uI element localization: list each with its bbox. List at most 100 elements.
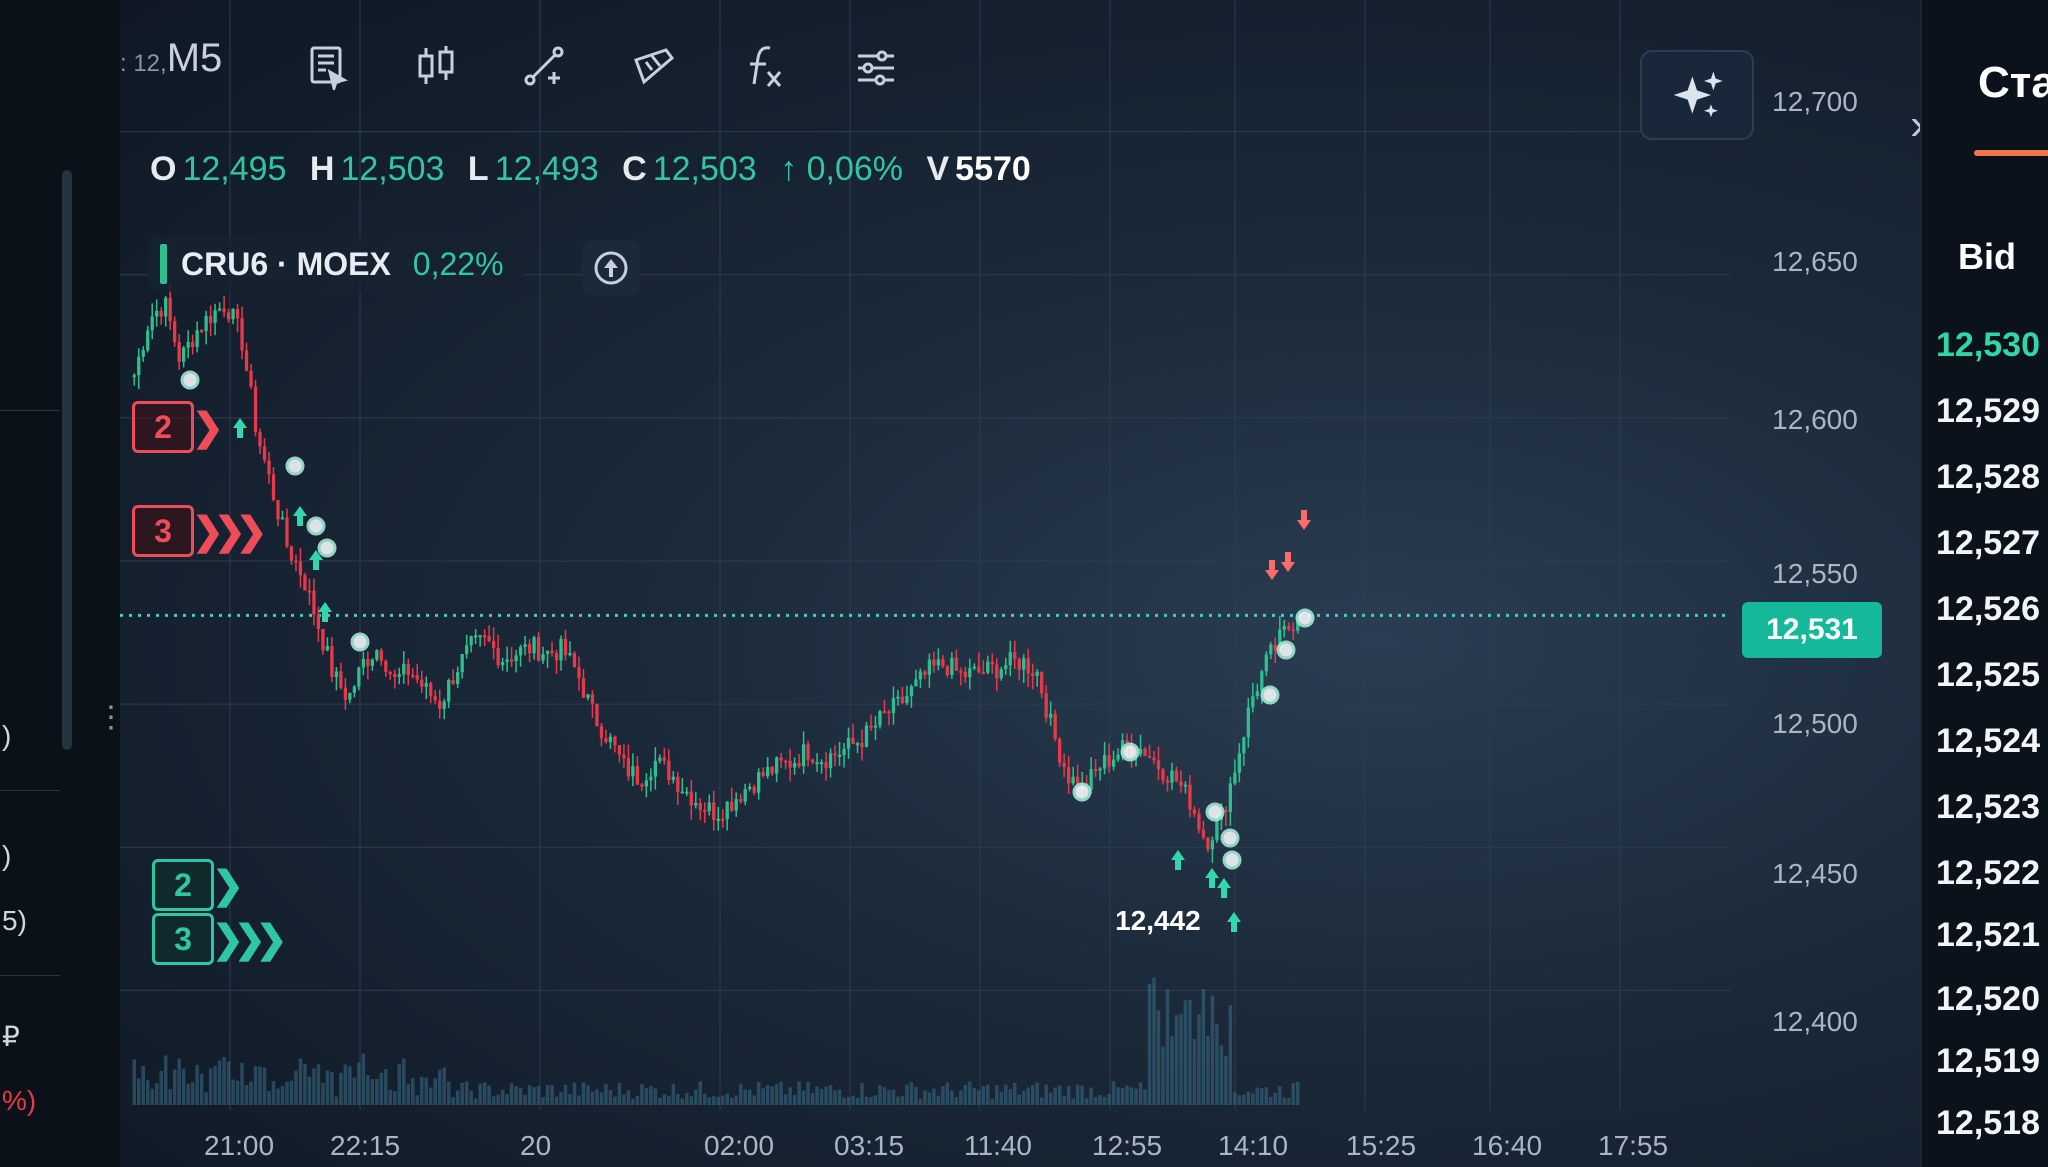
orderbook-row[interactable]: 12,525 [1936,656,2040,695]
candle-body [231,308,235,320]
candle-body [1022,658,1026,670]
candle-body [685,791,689,794]
signal-dot [317,538,337,558]
orderbook-tab[interactable]: Ста [1978,58,2048,108]
orderbook-row[interactable]: 12,524 [1936,722,2040,761]
signal-dot [1072,782,1092,802]
sell-level-tag[interactable]: 3 ❯❯❯ [132,505,267,557]
high-value: 12,503 [340,150,445,188]
candle-body [137,356,141,376]
volume-bar [640,1084,644,1105]
volume-bar [244,1084,249,1105]
candle-body [860,743,864,747]
candle-body [1098,768,1102,771]
candle-body [676,776,680,792]
orderbook-row[interactable]: 12,523 [1936,788,2040,827]
panel-divider [0,975,60,976]
candle-body [815,762,819,765]
price-tick: 12,450 [1772,858,1858,889]
signal-dot [285,456,305,476]
candle-body [388,672,392,675]
compare-button[interactable] [582,240,640,296]
orderbook-row[interactable]: 12,527 [1936,524,2040,563]
candle-body [891,698,896,714]
level-count: 3 [152,913,214,965]
volume-bar [217,1060,222,1105]
candle-body [258,432,262,447]
candle-body [1255,691,1259,697]
orderbook-row[interactable]: 12,519 [1936,1042,2040,1081]
buy-level-tag[interactable]: 3 ❯❯❯ [152,913,287,965]
candle-body [689,791,693,806]
panel-scrollbar[interactable] [62,170,72,750]
chevron-right-icon: ❯ [192,406,224,449]
candle-body [649,776,653,781]
volume-bar [285,1081,289,1105]
buy-arrow-icon [233,418,247,438]
candles-icon[interactable] [408,38,464,94]
volume-bar [572,1082,577,1105]
volume-bar [415,1095,420,1105]
brush-icon[interactable] [626,38,682,94]
candle-body [730,801,734,811]
orderbook-row[interactable]: 12,521 [1936,916,2040,955]
indicators-icon[interactable] [736,38,792,94]
draw-icon[interactable] [516,38,572,94]
volume-bar [1039,1097,1044,1105]
candle-body [1192,809,1197,814]
panel-fragment: ₽ [2,1021,20,1052]
volume-bar [545,1085,550,1105]
chart-area[interactable]: 12,442 : 12,M5 O 12,495 H 12,503 L 12,49… [120,0,1925,1167]
chart-markers: 12,442 [180,370,1315,936]
volume-bar [774,1084,779,1105]
layout-icon[interactable] [300,38,356,94]
orderbook-row[interactable]: 12,526 [1936,590,2040,629]
buy-level-tag[interactable]: 2 ❯ [152,859,244,911]
volume-bar [1012,1083,1017,1105]
orderbook-row[interactable]: 12,530 [1936,326,2040,365]
candle-body [411,674,415,677]
volume-bar [267,1091,271,1105]
orderbook-row[interactable]: 12,529 [1936,392,2040,431]
volume-bar [375,1078,379,1105]
orderbook-row[interactable]: 12,528 [1936,458,2040,497]
symbol-color-bar [160,244,167,284]
volume-bar [1215,1024,1219,1105]
interval-selector[interactable]: : 12,M5 [120,36,222,81]
candle-body [262,446,267,461]
volume-bar [514,1086,518,1105]
orderbook-row[interactable]: 12,520 [1936,980,2040,1019]
candle-body [896,696,900,699]
settings-icon[interactable] [848,38,904,94]
orderbook-row[interactable]: 12,518 [1936,1104,2040,1143]
candle-body [626,758,631,777]
volume-bar [145,1080,150,1105]
symbol-label[interactable]: CRU6 · MOEX 0,22% [148,236,524,292]
candle-body [406,663,410,675]
candle-body [487,636,491,642]
sell-level-tag[interactable]: 2 ❯ [132,401,224,453]
orderbook-row[interactable]: 12,522 [1936,854,2040,893]
candle-body [716,818,720,821]
volume-bar [1143,1089,1147,1105]
ai-assistant-button[interactable] [1640,50,1754,140]
volume-bar [1098,1095,1102,1105]
panel-fragment: %) [2,1085,37,1116]
volume-bar [420,1076,424,1105]
sell-arrow-icon [1281,552,1295,572]
open-label: O [150,150,177,188]
candle-body [1237,753,1241,773]
candle-body [995,664,999,679]
candle-body [707,802,711,812]
volume-bar [181,1068,186,1105]
candle-body [752,786,756,793]
volume-bar [1152,977,1156,1105]
candle-body [397,674,401,677]
volume-value: 5570 [955,150,1031,188]
volume-bar [204,1092,208,1105]
candle-body [1269,644,1273,655]
price-axis[interactable]: 12,700 12,650 12,600 12,550 12,500 12,45… [1740,0,1920,1167]
volume-bar [1116,1087,1120,1105]
candle-body [303,575,307,591]
candle-body [887,711,891,714]
